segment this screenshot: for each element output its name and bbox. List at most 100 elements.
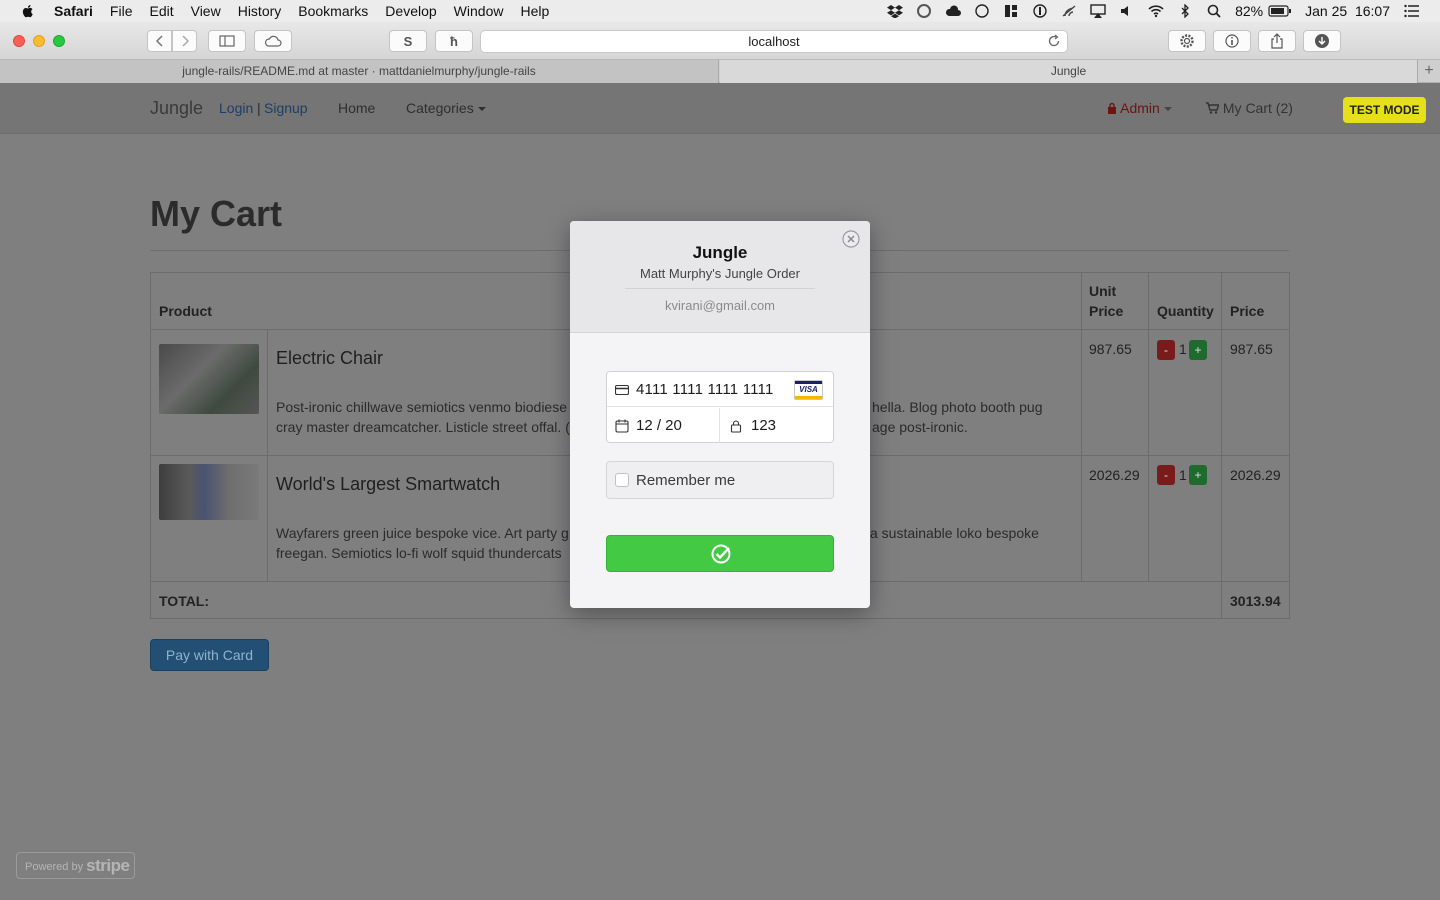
share-button[interactable] xyxy=(1258,30,1296,52)
grid-status-icon[interactable] xyxy=(1003,4,1019,18)
sidebar-toggle-button[interactable] xyxy=(208,30,246,52)
notification-center-icon[interactable] xyxy=(1404,4,1420,18)
wireless-icon[interactable] xyxy=(1061,4,1077,18)
cvc-field[interactable] xyxy=(721,408,833,443)
battery-icon[interactable] xyxy=(1268,4,1292,18)
site-brand[interactable]: Jungle xyxy=(150,98,203,119)
card-brand-label: VISA xyxy=(799,385,818,394)
menu-help[interactable]: Help xyxy=(520,3,549,19)
powered-by-stripe-badge[interactable]: Powered by stripe xyxy=(16,852,135,879)
order-description: Matt Murphy's Jungle Order xyxy=(640,266,800,281)
downloads-button[interactable] xyxy=(1303,30,1341,52)
macos-menubar: Safari File Edit View History Bookmarks … xyxy=(0,0,1440,22)
menu-edit[interactable]: Edit xyxy=(149,3,173,19)
column-divider xyxy=(1221,273,1222,619)
checkmark-circle-icon xyxy=(711,544,731,564)
menu-history[interactable]: History xyxy=(238,3,282,19)
total-label: TOTAL: xyxy=(159,593,210,609)
product-name[interactable]: Electric Chair xyxy=(276,348,383,369)
apple-icon[interactable] xyxy=(20,3,36,19)
reload-icon[interactable] xyxy=(1047,34,1061,48)
tab-github-readme[interactable]: jungle-rails/README.md at master · mattd… xyxy=(0,60,719,83)
spotlight-icon[interactable] xyxy=(1206,4,1222,18)
backup-cloud-icon[interactable] xyxy=(945,4,962,18)
extension-s-button[interactable]: S xyxy=(389,30,427,52)
extension-h-button[interactable]: ħ xyxy=(435,30,473,52)
my-cart-link[interactable]: My Cart (2) xyxy=(1206,100,1293,116)
quantity-value: 1 xyxy=(1179,341,1187,357)
settings-extension-button[interactable] xyxy=(1168,30,1206,52)
caret-down-icon xyxy=(477,107,486,112)
battery-percent: 82% xyxy=(1235,3,1264,19)
airplay-icon[interactable] xyxy=(1090,4,1106,18)
signup-link[interactable]: Signup xyxy=(264,100,308,116)
menu-app-safari[interactable]: Safari xyxy=(54,3,93,19)
remember-me-toggle[interactable]: Remember me xyxy=(606,461,834,499)
header-product: Product xyxy=(159,303,212,319)
menu-view[interactable]: View xyxy=(191,3,221,19)
chevron-right-icon xyxy=(181,35,189,47)
wifi-icon[interactable] xyxy=(1148,4,1164,18)
browser-toolbar: S ħ localhost xyxy=(0,22,1440,60)
back-button[interactable] xyxy=(147,30,172,52)
header-divider xyxy=(625,288,815,289)
card-details-group: 4111 1111 1111 1111 VISA 12 / 20 123 xyxy=(606,371,834,443)
zoom-window-button[interactable] xyxy=(53,35,65,47)
remember-me-checkbox[interactable] xyxy=(615,473,629,487)
product-description-right: hella. Blog photo booth pug age post-iron… xyxy=(872,397,1082,437)
login-link[interactable]: Login xyxy=(219,100,253,116)
password-manager-icon[interactable] xyxy=(1032,4,1048,18)
header-unit-price-line2: Price xyxy=(1089,303,1124,319)
categories-dropdown[interactable]: Categories xyxy=(406,100,486,116)
volume-icon[interactable] xyxy=(1119,4,1135,18)
admin-dropdown[interactable]: Admin xyxy=(1107,100,1172,116)
menu-bookmarks[interactable]: Bookmarks xyxy=(298,3,368,19)
new-tab-button[interactable]: + xyxy=(1417,60,1440,83)
forward-button[interactable] xyxy=(172,30,197,52)
menu-window[interactable]: Window xyxy=(454,3,504,19)
menubar-clock[interactable]: Jan 25 16:07 xyxy=(1305,3,1390,19)
home-link[interactable]: Home xyxy=(338,100,375,116)
categories-label: Categories xyxy=(406,100,474,116)
expiry-value: 12 / 20 xyxy=(636,417,682,434)
remember-me-label: Remember me xyxy=(636,472,736,489)
share-icon xyxy=(1271,33,1283,49)
bluetooth-icon[interactable] xyxy=(1177,4,1193,18)
menu-file[interactable]: File xyxy=(110,3,133,19)
submit-payment-button[interactable] xyxy=(606,535,834,572)
lock-icon xyxy=(1108,102,1116,114)
info-extension-button[interactable] xyxy=(1213,30,1251,52)
decrease-quantity-button[interactable]: - xyxy=(1157,465,1175,485)
column-divider xyxy=(1081,273,1082,582)
desc-line: hella. Blog photo booth pug xyxy=(872,399,1043,415)
icloud-tabs-button[interactable] xyxy=(254,30,292,52)
url-text[interactable]: localhost xyxy=(748,34,799,49)
expiry-field[interactable]: 12 / 20 xyxy=(607,408,720,443)
total-value: 3013.94 xyxy=(1230,593,1281,609)
close-window-button[interactable] xyxy=(13,35,25,47)
address-bar[interactable]: localhost xyxy=(480,30,1068,53)
minimize-window-button[interactable] xyxy=(33,35,45,47)
cart-icon xyxy=(1206,102,1220,114)
stripe-wordmark: stripe xyxy=(86,856,130,875)
card-number-field[interactable]: 4111 1111 1111 1111 VISA xyxy=(607,372,833,407)
dropbox-icon[interactable] xyxy=(887,4,904,18)
powered-by-text: Powered by xyxy=(25,861,84,873)
header-quantity: Quantity xyxy=(1157,303,1214,319)
circle-status-icon[interactable] xyxy=(974,4,990,18)
gear-icon xyxy=(1180,34,1194,48)
header-unit-price-line1: Unit xyxy=(1089,283,1117,299)
increase-quantity-button[interactable]: + xyxy=(1189,465,1207,485)
increase-quantity-button[interactable]: + xyxy=(1189,340,1207,360)
creative-cloud-icon[interactable] xyxy=(916,4,932,18)
pay-with-card-button[interactable]: Pay with Card xyxy=(150,639,269,671)
stripe-checkout-modal: Jungle Matt Murphy's Jungle Order kviran… xyxy=(570,221,870,608)
column-divider xyxy=(1148,273,1149,582)
chevron-left-icon xyxy=(155,35,163,47)
quantity-value: 1 xyxy=(1179,467,1187,483)
decrease-quantity-button[interactable]: - xyxy=(1157,340,1175,360)
menu-develop[interactable]: Develop xyxy=(385,3,436,19)
tab-jungle[interactable]: Jungle xyxy=(720,60,1417,83)
credit-card-icon xyxy=(615,384,629,396)
product-name[interactable]: World's Largest Smartwatch xyxy=(276,474,500,495)
